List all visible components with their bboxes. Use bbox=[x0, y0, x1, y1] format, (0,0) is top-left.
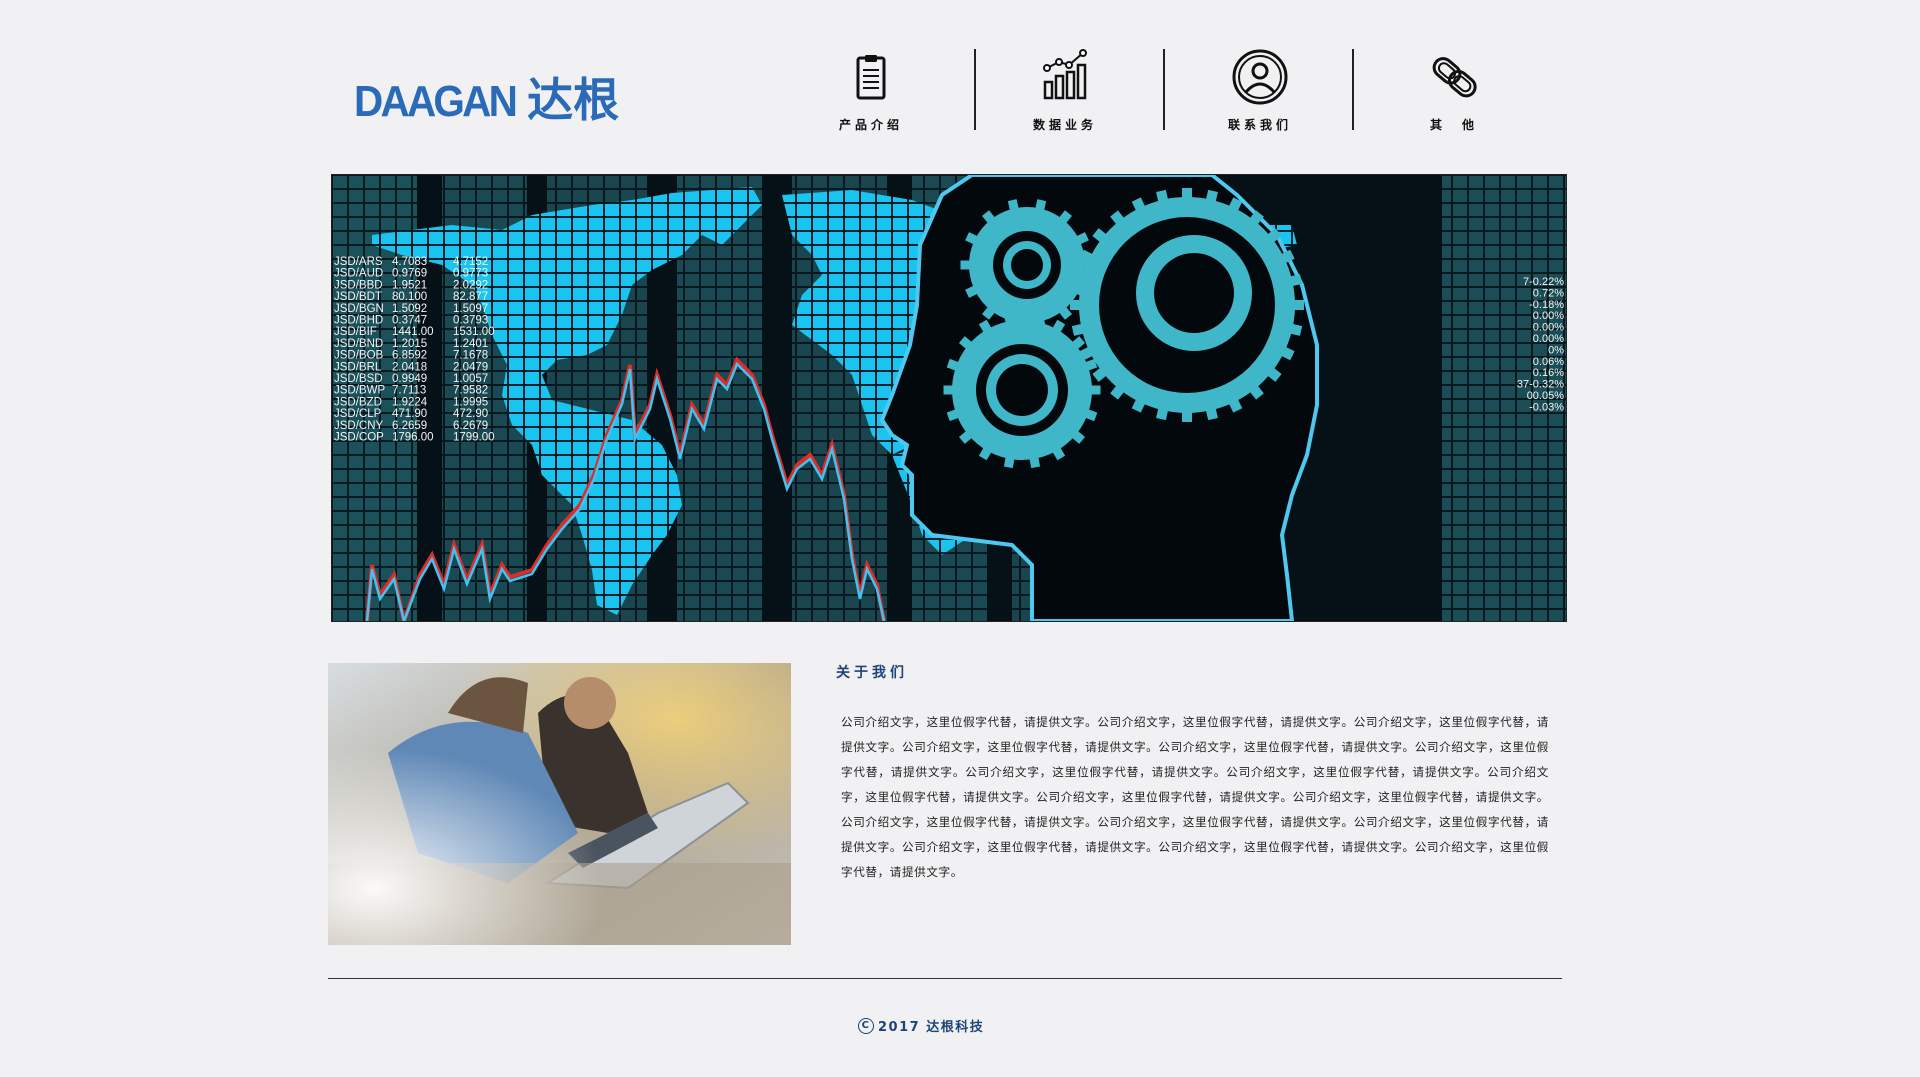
ticker-change: 0.00% bbox=[1533, 310, 1564, 322]
ticker-pair: JSD/BOB bbox=[334, 350, 384, 362]
nav-label: 联系我们 bbox=[1227, 118, 1292, 132]
ticker-pair: JSD/COP bbox=[334, 432, 384, 444]
ticker-bid: 2.0418 bbox=[392, 361, 427, 373]
ticker-pair: JSD/BBD bbox=[334, 279, 383, 291]
nav-item-products[interactable]: 产品介绍 bbox=[796, 48, 946, 132]
ticker-ask: 7.9582 bbox=[453, 385, 488, 397]
ticker-pair: JSD/BRL bbox=[334, 361, 382, 373]
ticker-ask: 4.7152 bbox=[453, 256, 488, 268]
ticker-change: 0.00% bbox=[1533, 333, 1564, 345]
ticker-bid: 1.9224 bbox=[392, 396, 428, 408]
ticker-ask: 1.9995 bbox=[453, 396, 488, 408]
gear-tooth bbox=[1294, 300, 1304, 310]
ticker-pair: JSD/ARS bbox=[334, 256, 383, 268]
footer-divider bbox=[328, 978, 1562, 979]
clipboard-icon bbox=[856, 55, 886, 100]
link-icon bbox=[1432, 57, 1477, 98]
gear-tooth bbox=[1070, 300, 1080, 310]
ticker-ask: 1.5097 bbox=[453, 303, 488, 315]
ticker-ask: 472.90 bbox=[453, 408, 488, 420]
ticker-pair: JSD/BGN bbox=[334, 303, 384, 315]
ticker-bid: 1.5092 bbox=[392, 303, 427, 315]
ticker-bid: 4.7083 bbox=[392, 256, 427, 268]
ticker-pair: JSD/BDT bbox=[334, 291, 382, 303]
ticker-bid: 1.9521 bbox=[392, 279, 427, 291]
ticker-ask: 0.9773 bbox=[453, 268, 488, 280]
nav-label: 产品介绍 bbox=[838, 118, 903, 132]
nav-label: 其 他 bbox=[1429, 118, 1478, 132]
ticker-ask: 2.0292 bbox=[453, 279, 488, 291]
ticker-pair: JSD/BSD bbox=[334, 373, 383, 385]
ticker-bid: 1796.00 bbox=[392, 432, 434, 444]
gear-tooth bbox=[960, 260, 970, 270]
ticker-bid: 80.100 bbox=[392, 291, 427, 303]
ticker-bid: 7.7113 bbox=[392, 385, 426, 397]
footer-copyright: 2017 达根科技 bbox=[878, 1020, 985, 1035]
ticker-ask: 1.2401 bbox=[453, 338, 488, 350]
ticker-change: 0% bbox=[1548, 344, 1564, 356]
ticker-change: 7-0.22% bbox=[1523, 276, 1564, 288]
ticker-bid: 1.2015 bbox=[392, 338, 427, 350]
nav-divider bbox=[974, 49, 976, 130]
nav-divider bbox=[1352, 49, 1354, 130]
ticker-pair: JSD/BHD bbox=[334, 315, 383, 327]
ticker-ask: 2.0479 bbox=[453, 361, 488, 373]
ticker-change: 37-0.32% bbox=[1517, 379, 1564, 391]
about-photo bbox=[328, 663, 791, 945]
gear-tooth bbox=[1182, 188, 1192, 198]
gear-tooth bbox=[1182, 412, 1192, 422]
hero-illustration: JSD/ARS 4.7083 4.7152 JSD/AUD 0.9769 0.9773 JS… bbox=[332, 175, 1566, 621]
logo-wordmark: DAAGAN bbox=[354, 77, 518, 126]
ticker-bid: 1441.00 bbox=[392, 326, 434, 338]
gear-tooth bbox=[943, 385, 953, 395]
nav-item-other[interactable]: 其 他 bbox=[1379, 48, 1529, 132]
copyright-icon: C bbox=[858, 1017, 874, 1034]
gear-tooth bbox=[1029, 311, 1041, 323]
ticker-change: -0.18% bbox=[1529, 299, 1564, 311]
ticker-pair: JSD/AUD bbox=[334, 268, 383, 280]
ticker-pair: JSD/CNY bbox=[334, 420, 384, 432]
footer: C 2017 达根科技 bbox=[858, 1016, 984, 1035]
ticker-change: 0.00% bbox=[1533, 322, 1564, 334]
ticker-bid: 6.2659 bbox=[392, 420, 427, 432]
ticker-pair: JSD/BND bbox=[334, 338, 383, 350]
ticker-pair: JSD/CLP bbox=[334, 408, 382, 420]
ticker-bid: 0.3747 bbox=[392, 315, 427, 327]
nav-divider bbox=[1163, 49, 1165, 130]
logo-cjk-wordmark: 达根 bbox=[527, 73, 620, 127]
logo[interactable]: DAAGAN 达根 bbox=[354, 64, 619, 130]
ticker-bid: 471.90 bbox=[392, 408, 427, 420]
gear-tooth bbox=[1091, 385, 1101, 395]
nav-item-contact[interactable]: 联系我们 bbox=[1185, 48, 1335, 132]
gear-tooth bbox=[1003, 311, 1015, 323]
ticker-ask: 0.3793 bbox=[453, 315, 488, 327]
about-title: 关于我们 bbox=[836, 665, 908, 681]
ticker-bid: 6.8592 bbox=[392, 350, 427, 362]
ticker-change: 0.16% bbox=[1533, 367, 1564, 379]
gear-tooth bbox=[1003, 457, 1015, 469]
nav-item-data-business[interactable]: 数据业务 bbox=[990, 48, 1140, 132]
bar-chart-icon bbox=[1043, 49, 1087, 100]
ticker-pair: JSD/BWP bbox=[334, 385, 385, 397]
ticker-bid: 0.9949 bbox=[392, 373, 427, 385]
ticker-ask: 1531.00 bbox=[453, 326, 495, 338]
ticker-ask: 6.2679 bbox=[453, 420, 488, 432]
ticker-change: -0.03% bbox=[1529, 401, 1564, 413]
ticker-change: 0.06% bbox=[1533, 356, 1564, 368]
hero-banner: JSD/ARS 4.7083 4.7152 JSD/AUD 0.9769 0.9773 JS… bbox=[331, 174, 1567, 622]
ticker-pair: JSD/BZD bbox=[334, 396, 382, 408]
user-circle-icon bbox=[1232, 49, 1288, 105]
gear-tooth bbox=[1029, 457, 1041, 469]
nav-label: 数据业务 bbox=[1032, 118, 1097, 132]
ticker-ask: 7.1678 bbox=[453, 350, 488, 362]
ticker-ask: 1799.00 bbox=[453, 432, 495, 444]
ticker-change: 00.05% bbox=[1527, 390, 1565, 402]
ticker-pair: JSD/BIF bbox=[334, 326, 377, 338]
about-body-text: 公司介绍文字，这里位假字代替，请提供文字。公司介绍文字，这里位假字代替，请提供文… bbox=[841, 715, 1549, 879]
ticker-bid: 0.9769 bbox=[392, 268, 427, 280]
team-laptop-photo bbox=[328, 663, 791, 945]
ticker-ask: 1.0057 bbox=[453, 373, 488, 385]
ticker-change: 0.72% bbox=[1533, 287, 1564, 299]
ticker-ask: 82.877 bbox=[453, 291, 488, 303]
